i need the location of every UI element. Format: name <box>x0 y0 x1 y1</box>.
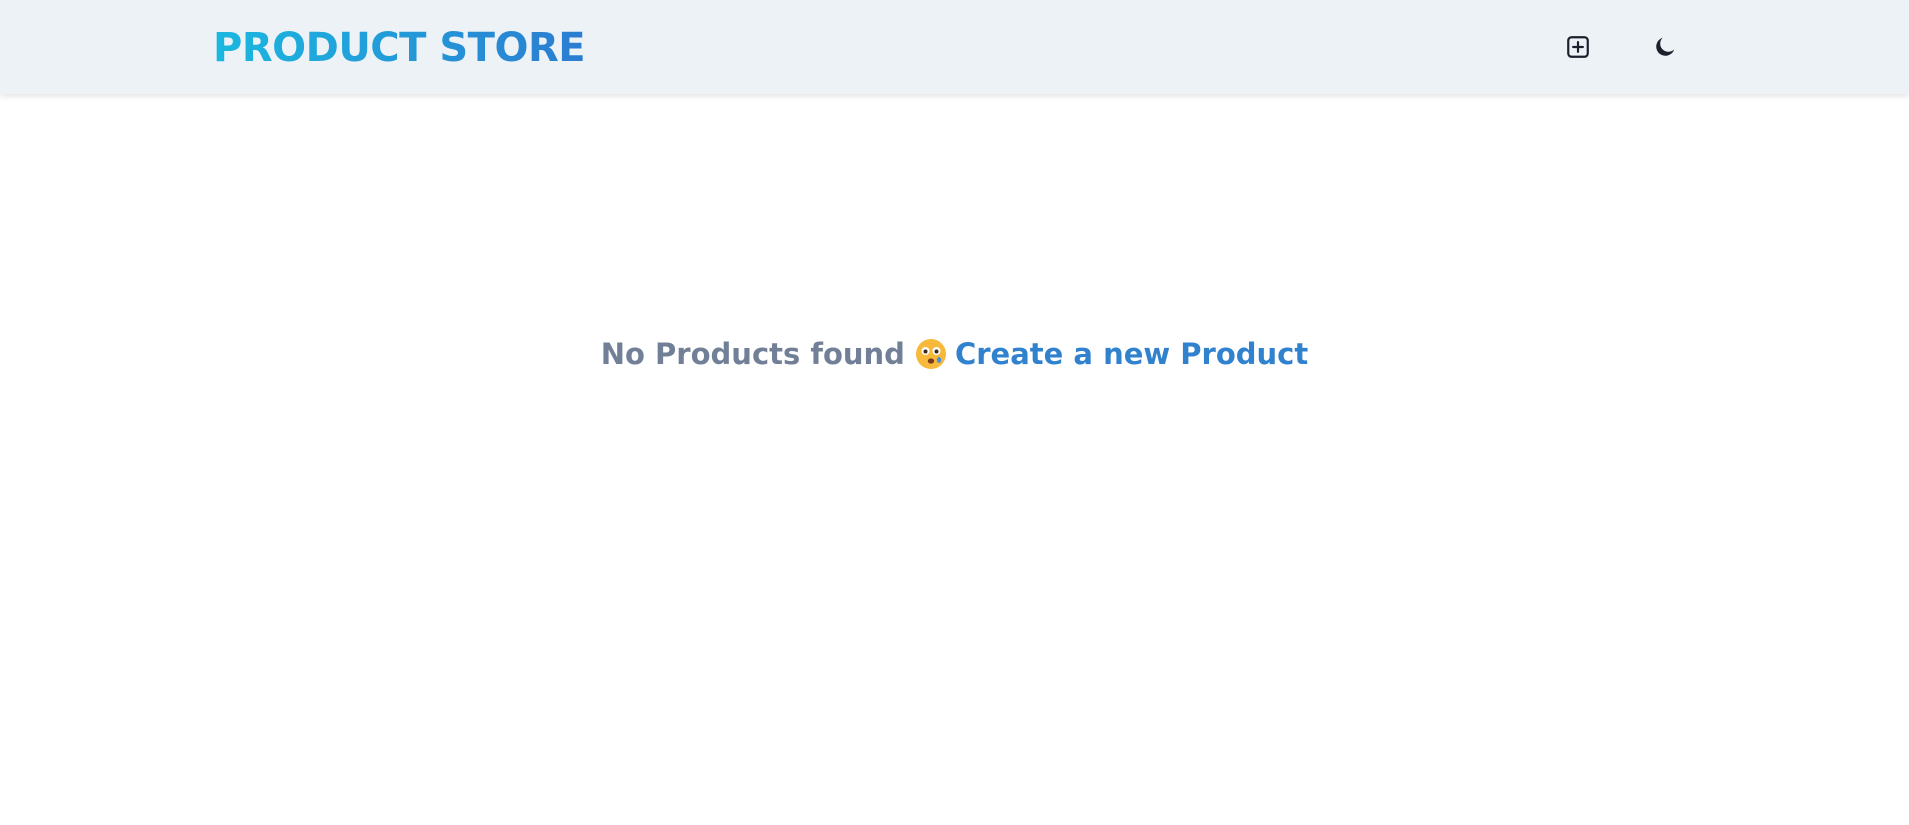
empty-state: No Products found Create a new Product <box>0 334 1909 380</box>
moon-icon <box>1656 37 1675 56</box>
plus-square-icon <box>1567 36 1589 58</box>
sad-face-emoji-icon <box>915 338 947 380</box>
empty-message: No Products found <box>600 337 905 371</box>
theme-toggle-button[interactable] <box>1645 27 1685 67</box>
brand-logo-link[interactable]: PRODUCT STORE <box>213 24 586 72</box>
create-product-button[interactable] <box>1558 27 1598 67</box>
navbar: PRODUCT STORE <box>0 0 1909 94</box>
create-product-link[interactable]: Create a new Product <box>955 337 1308 371</box>
